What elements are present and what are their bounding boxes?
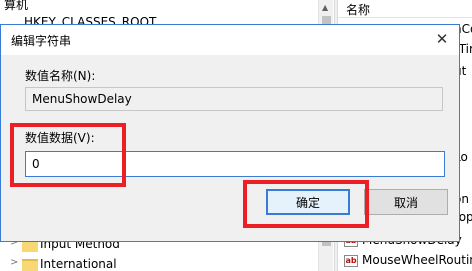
dialog-title: 编辑字符串 (11, 34, 72, 48)
scroll-up-icon[interactable]: ▲ (322, 3, 328, 12)
value-name: MouseWheelRouting (362, 253, 472, 267)
cancel-button[interactable]: 取消 (364, 189, 448, 215)
dialog-titlebar[interactable]: 编辑字符串 ✕ (1, 25, 459, 55)
tree-item-label: International (40, 257, 117, 271)
value-name-label: 数值名称(N): (25, 69, 96, 83)
tree-root-label: 算机 (4, 0, 29, 12)
close-icon[interactable]: ✕ (429, 27, 455, 51)
name-column-label: 名称 (346, 3, 371, 17)
value-data-label: 数值数据(V): (25, 131, 95, 145)
value-data-input[interactable] (25, 151, 445, 177)
string-value-icon: ab (344, 255, 358, 267)
chevron-right-icon[interactable]: > (10, 257, 18, 268)
ok-button[interactable]: 确定 (266, 189, 350, 215)
values-column-header[interactable]: 名称 (338, 0, 472, 18)
folder-icon (22, 259, 38, 271)
edit-string-dialog: 编辑字符串 ✕ 数值名称(N): 数值数据(V): 确定 取消 (0, 24, 460, 242)
value-name-field (25, 87, 443, 111)
